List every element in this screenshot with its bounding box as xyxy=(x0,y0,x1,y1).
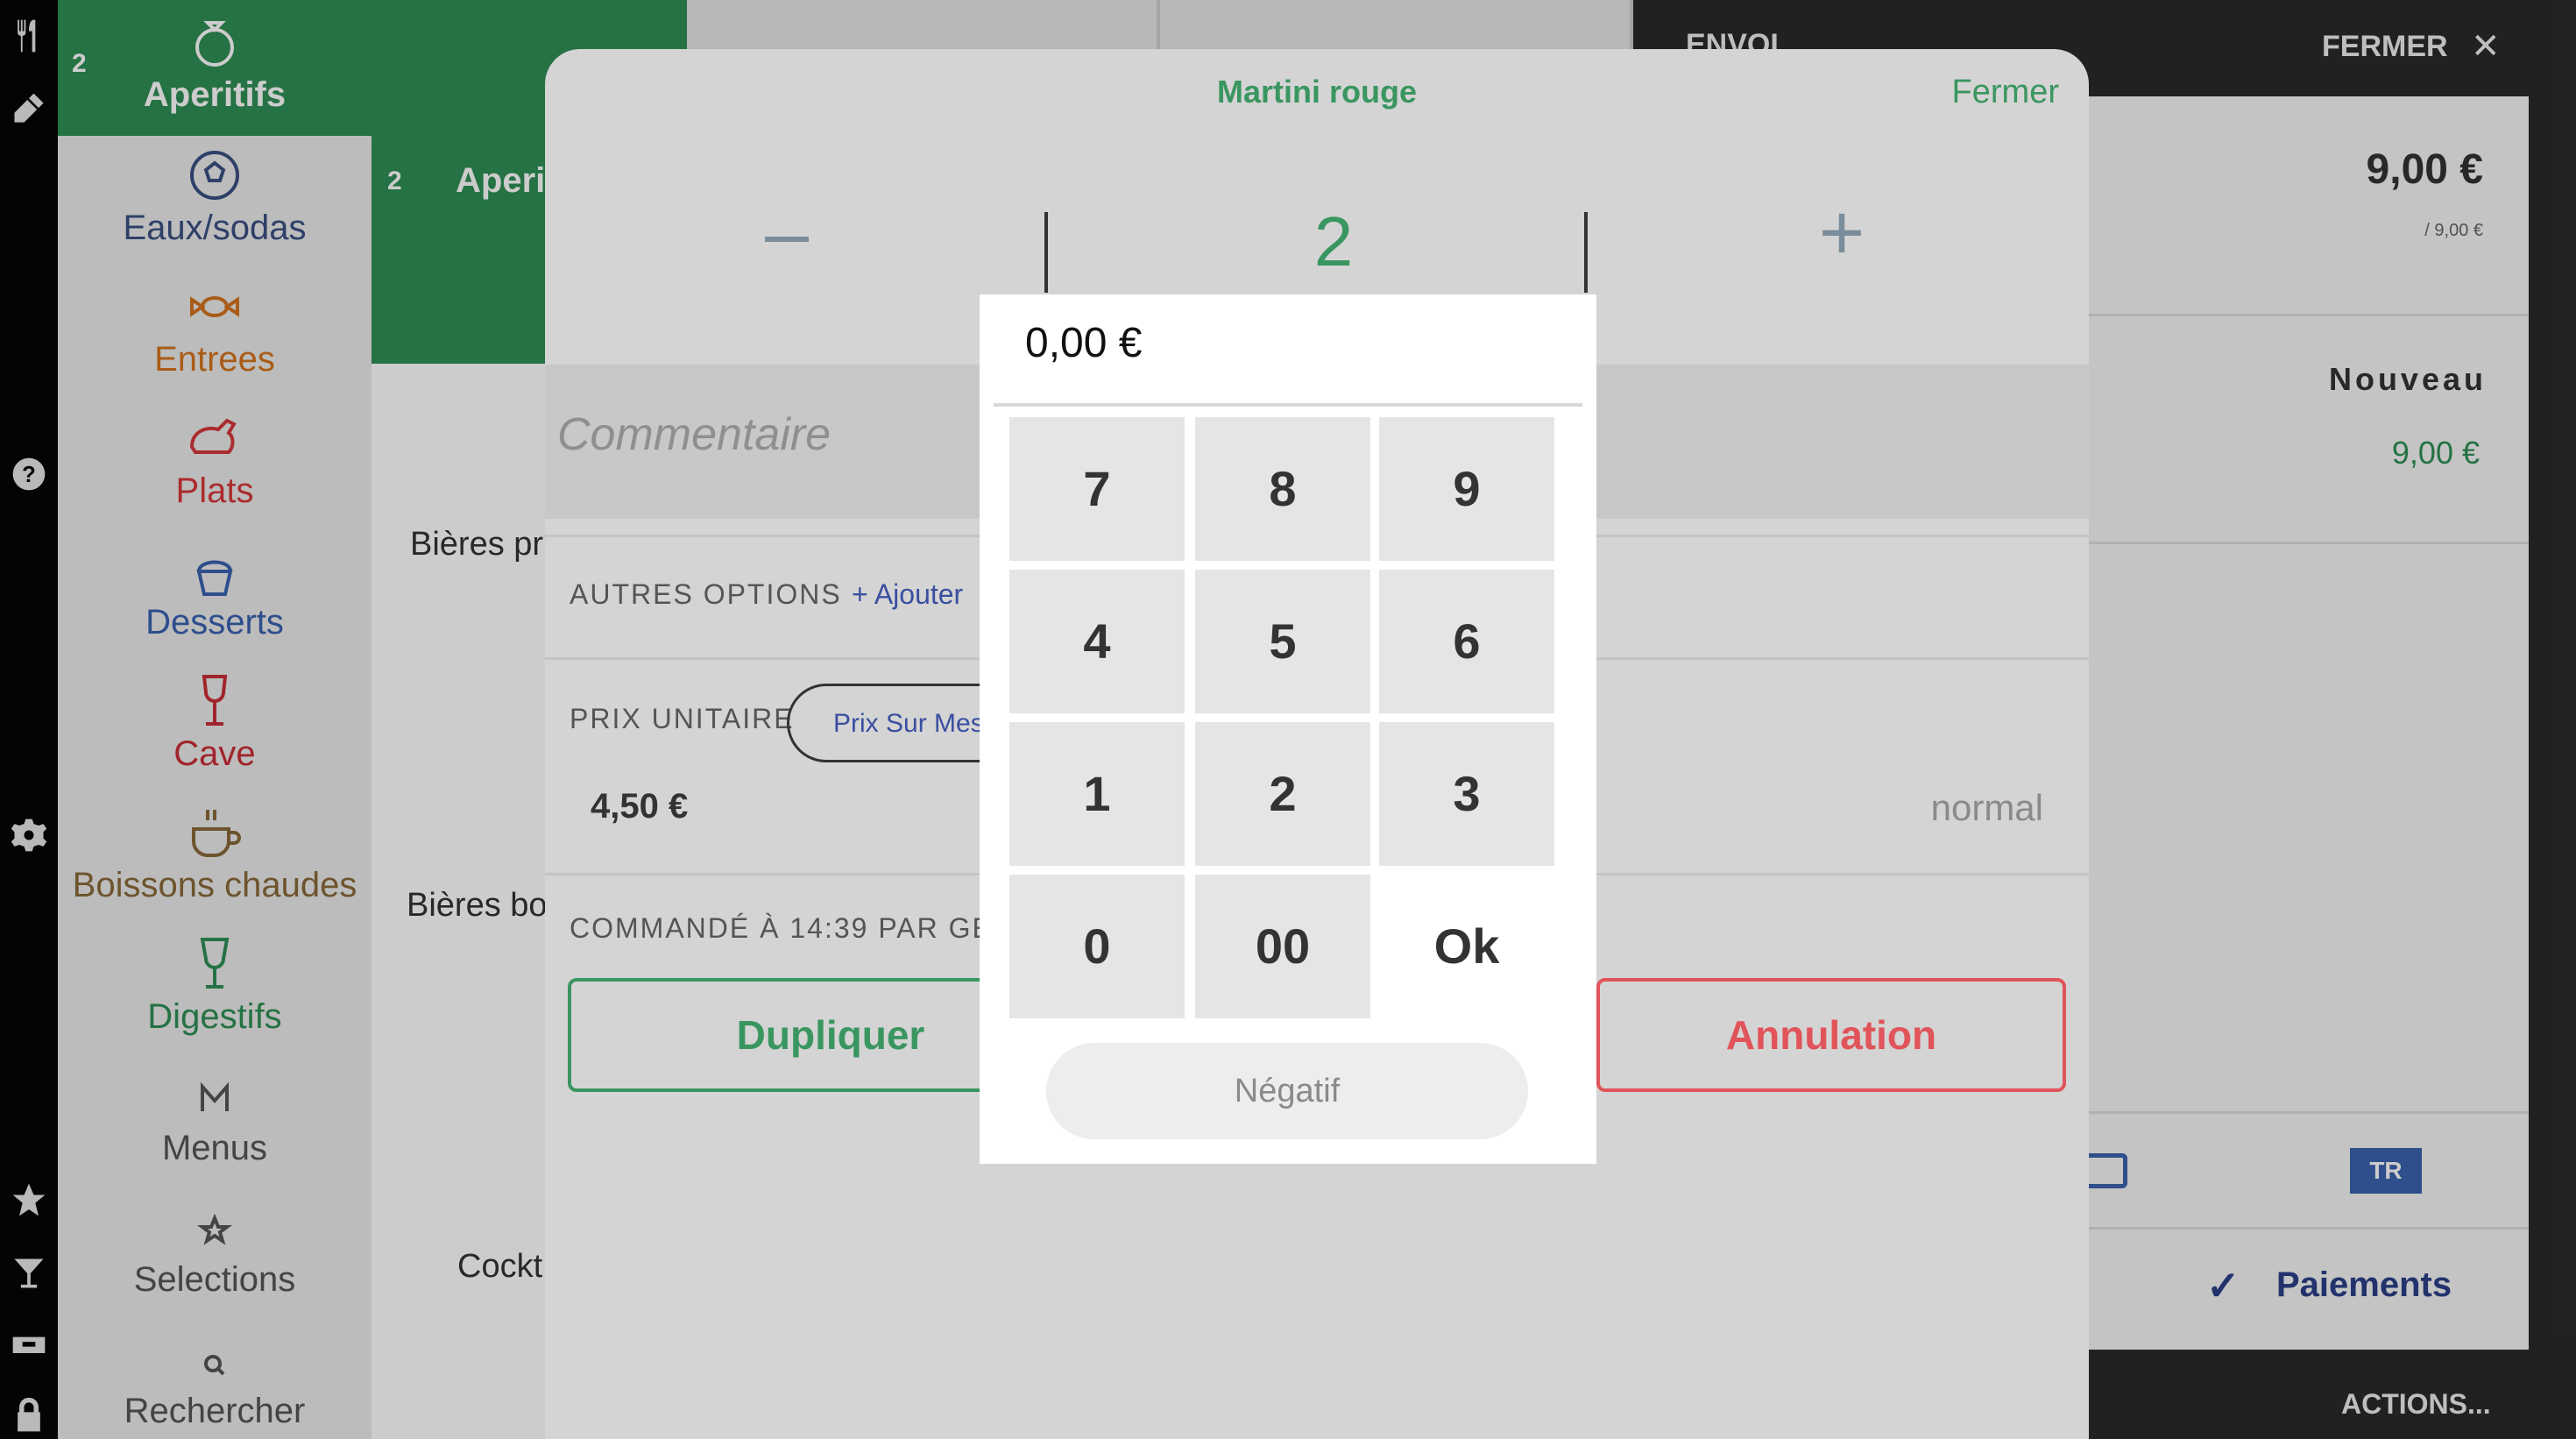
key-00[interactable]: 00 xyxy=(1195,875,1370,1018)
key-5[interactable]: 5 xyxy=(1195,570,1370,713)
key-2[interactable]: 2 xyxy=(1195,722,1370,866)
key-1[interactable]: 1 xyxy=(1009,722,1185,866)
divider xyxy=(1044,212,1048,293)
quantity-plus-button[interactable]: + xyxy=(1789,189,1894,277)
key-7[interactable]: 7 xyxy=(1009,417,1185,561)
key-0[interactable]: 0 xyxy=(1009,875,1185,1018)
divider xyxy=(994,403,1582,407)
numpad-popup: 0,00 € 7 8 9 4 5 6 1 2 3 0 00 Ok Négatif xyxy=(980,294,1596,1164)
key-3[interactable]: 3 xyxy=(1379,722,1554,866)
modal-title: Martini rouge xyxy=(1216,74,1417,110)
autres-options-label: AUTRES OPTIONS xyxy=(570,578,842,610)
key-9[interactable]: 9 xyxy=(1379,417,1554,561)
modal-close-button[interactable]: Fermer xyxy=(1952,74,2059,111)
cancel-item-button[interactable]: Annulation xyxy=(1596,978,2066,1092)
key-8[interactable]: 8 xyxy=(1195,417,1370,561)
price-mode[interactable]: normal xyxy=(1931,787,2043,829)
prix-unitaire-label: PRIX UNITAIRE xyxy=(570,703,795,734)
add-option-button[interactable]: + Ajouter xyxy=(852,578,963,611)
divider xyxy=(1584,212,1588,293)
unit-price-value: 4,50 € xyxy=(591,787,689,826)
quantity-minus-button[interactable]: – xyxy=(734,189,839,277)
key-ok[interactable]: Ok xyxy=(1379,875,1554,1018)
key-4[interactable]: 4 xyxy=(1009,570,1185,713)
negative-button[interactable]: Négatif xyxy=(1046,1043,1528,1139)
quantity-value[interactable]: 2 xyxy=(1071,202,1596,282)
comment-placeholder: Commentaire xyxy=(557,409,832,460)
numpad-display: 0,00 € xyxy=(1025,320,1143,366)
key-6[interactable]: 6 xyxy=(1379,570,1554,713)
